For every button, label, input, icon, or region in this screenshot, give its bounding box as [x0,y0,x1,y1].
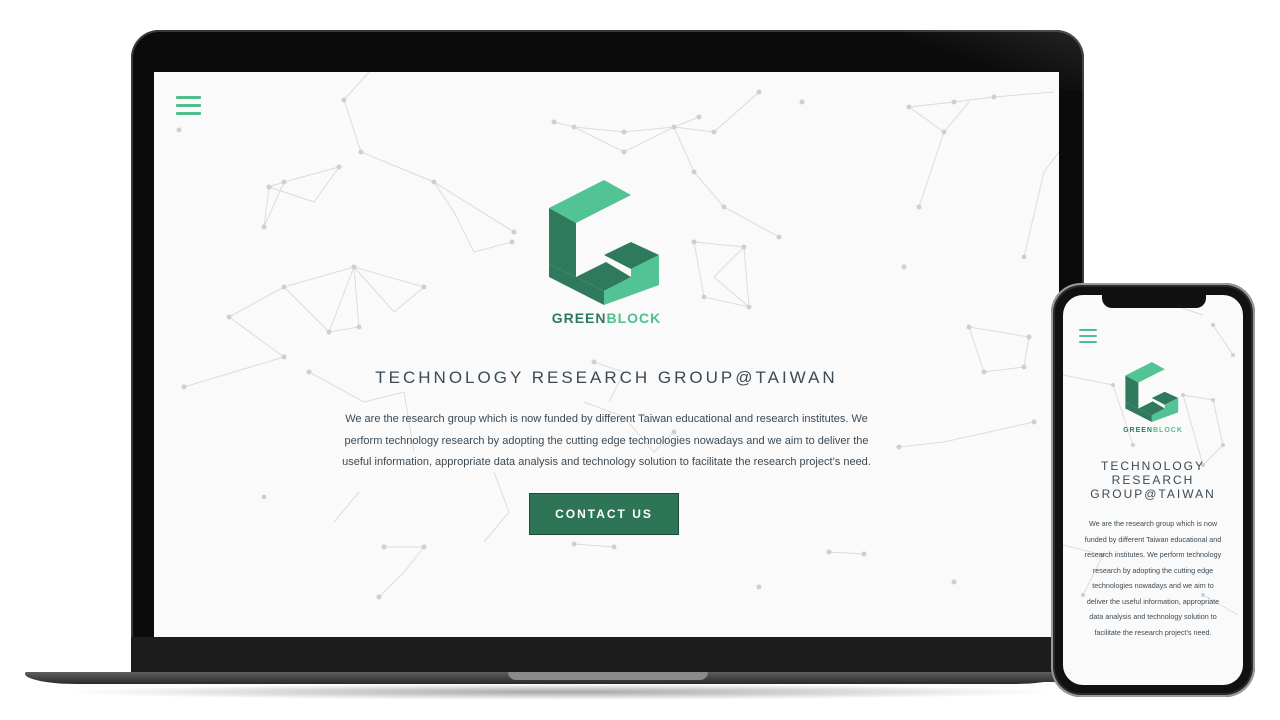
phone-notch [1102,293,1206,308]
brand-part-green-mobile: GREEN [1123,427,1153,434]
phone-screen: GREENBLOCK TECHNOLOGY RESEARCH GROUP@TAI… [1063,295,1243,685]
page-headline-mobile: TECHNOLOGY RESEARCH GROUP@TAIWAN [1090,459,1216,501]
contact-us-button[interactable]: CONTACT US [529,493,679,535]
laptop-hinge-notch [508,672,708,680]
laptop-chin [131,637,1084,673]
greenblock-logo-icon-mobile [1125,362,1179,422]
page-description: We are the research group which is now f… [342,413,871,468]
brand-wordmark: GREENBLOCK [154,310,1059,326]
brand-part-block-mobile: BLOCK [1153,427,1183,434]
greenblock-logo-icon [549,180,659,305]
menu-icon-mobile[interactable] [1079,329,1097,347]
brand-part-block: BLOCK [606,310,662,326]
brand-wordmark-mobile: GREENBLOCK [1063,427,1243,434]
laptop-screen: GREENBLOCK TECHNOLOGY RESEARCH GROUP@TAI… [154,72,1059,637]
page-headline: TECHNOLOGY RESEARCH GROUP@TAIWAN [375,368,838,387]
laptop-shadow [60,684,1060,700]
network-background [176,72,1059,600]
menu-icon[interactable] [176,96,201,120]
brand-part-green: GREEN [551,310,607,326]
page-description-mobile: We are the research group which is now f… [1084,519,1222,637]
